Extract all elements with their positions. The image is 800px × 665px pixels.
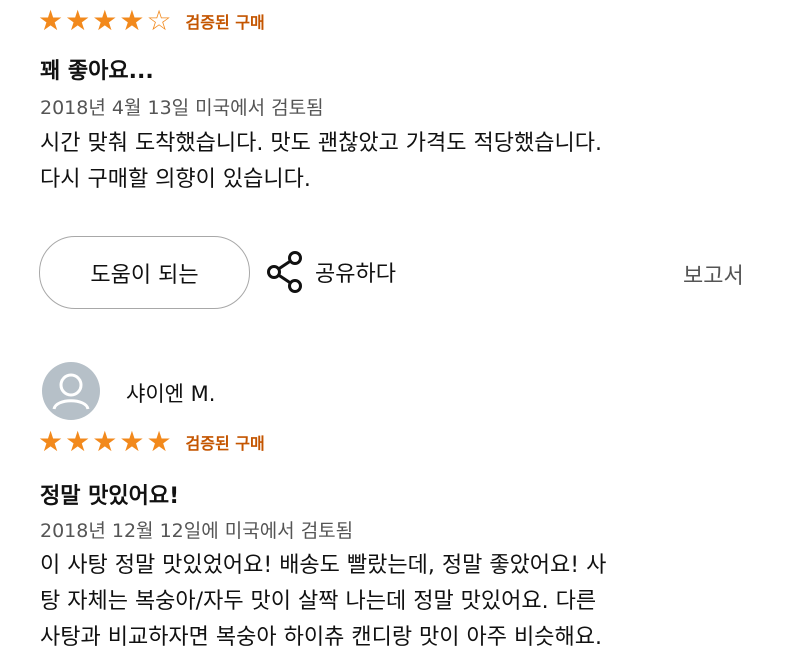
star-filled-icon: ★ (119, 425, 145, 458)
review2-body: 이 사탕 정말 맛있었어요! 배송도 빨랐는데, 정말 좋았어요! 사 탕 자체… (40, 548, 606, 656)
reviewer-name[interactable]: 샤이엔 M. (126, 378, 215, 408)
review2-rating-row: ★ ★ ★ ★ ★ 검증된 구매 (38, 427, 265, 457)
star-filled-icon: ★ (92, 4, 118, 37)
review1-title: 꽤 좋아요... (40, 59, 154, 84)
review1-body-line: 시간 맞춰 도착했습니다. 맛도 괜찮았고 가격도 적당했습니다. (40, 131, 602, 156)
review1-date: 2018년 4월 13일 미국에서 검토됨 (40, 97, 324, 119)
review2-body-line: 이 사탕 정말 맛있었어요! 배송도 빨랐는데, 정말 좋았어요! 사 (40, 553, 607, 578)
star-filled-icon: ★ (119, 4, 145, 37)
star-filled-icon: ★ (38, 4, 64, 37)
review2-body-line: 탕 자체는 복숭아/자두 맛이 살짝 나는데 정말 맛있어요. 다른 (40, 589, 597, 614)
review1-body: 시간 맞춰 도착했습니다. 맛도 괜찮았고 가격도 적당했습니다. 다시 구매할… (40, 126, 602, 198)
star-filled-icon: ★ (92, 425, 118, 458)
helpful-button[interactable]: 도움이 되는 (39, 236, 250, 309)
star-filled-icon: ★ (146, 425, 172, 458)
star-filled-icon: ★ (65, 425, 91, 458)
review2-date: 2018년 12월 12일에 미국에서 검토됨 (40, 520, 354, 542)
share-label: 공유하다 (315, 262, 396, 287)
review1-rating-row: ★ ★ ★ ★ ☆ 검증된 구매 (38, 6, 265, 36)
review2-body-line: 사탕과 비교하자면 복숭아 하이츄 캔디랑 맛이 아주 비슷해요. (40, 625, 602, 650)
review2-star-rating: ★ ★ ★ ★ ★ (38, 427, 172, 457)
review1-star-rating: ★ ★ ★ ★ ☆ (38, 6, 172, 36)
share-icon (267, 251, 302, 293)
user-icon (52, 373, 90, 410)
review2-title: 정말 맛있어요! (40, 484, 180, 509)
star-filled-icon: ★ (65, 4, 91, 37)
verified-purchase-badge: 검증된 구매 (185, 13, 265, 32)
verified-purchase-badge: 검증된 구매 (185, 434, 265, 453)
review1-body-line: 다시 구매할 의향이 있습니다. (40, 167, 311, 192)
share-button[interactable]: 공유하다 (265, 250, 396, 294)
report-link[interactable]: 보고서 (683, 258, 744, 290)
star-filled-icon: ★ (38, 425, 64, 458)
star-empty-icon: ☆ (146, 4, 172, 37)
avatar (42, 362, 100, 420)
